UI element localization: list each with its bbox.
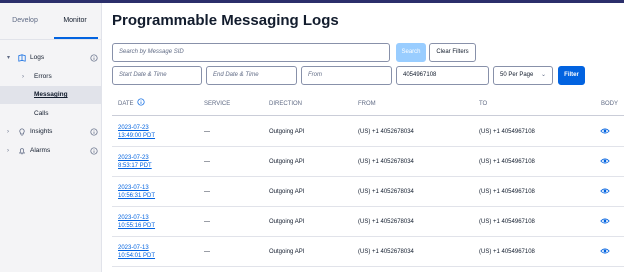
sidebar-item-errors[interactable]: › Errors: [0, 68, 102, 86]
to-cell: (US) +1 4054967108: [479, 129, 535, 135]
column-body: BODY: [601, 101, 619, 107]
sidebar-item-messaging[interactable]: Messaging: [0, 86, 102, 104]
info-icon[interactable]: [90, 147, 98, 155]
direction-cell: Outgoing API: [269, 219, 305, 225]
to-cell: (US) +1 4054967108: [479, 159, 535, 165]
eye-icon[interactable]: [600, 157, 610, 165]
chevron-right-icon: ›: [22, 74, 24, 80]
direction-cell: Outgoing API: [269, 189, 305, 195]
end-date-placeholder: End Date & Time: [213, 72, 259, 78]
sidebar-item-label: Calls: [34, 110, 49, 117]
to-cell: (US) +1 4054967108: [479, 249, 535, 255]
table-row: 2023-07-23 8:53:17 PDT — Outgoing API (US…: [112, 147, 624, 177]
sidebar-item-label: Errors: [34, 73, 52, 80]
date-link[interactable]: 2023-07-23 13:49:00 PDT: [118, 124, 155, 140]
search-button[interactable]: Search: [396, 43, 426, 62]
sidebar-item-label: Messaging: [34, 91, 68, 98]
to-cell: (US) +1 4054967108: [479, 219, 535, 225]
chevron-down-icon: ▾: [7, 55, 11, 61]
service-cell: —: [204, 159, 210, 165]
from-placeholder: From: [308, 72, 322, 78]
alarms-icon: [18, 148, 26, 155]
sidebar: Develop Monitor ▾ Logs › Errors Messagin…: [0, 3, 102, 272]
to-input[interactable]: 4054967108: [396, 66, 489, 85]
sidebar-item-insights[interactable]: › Insights: [0, 123, 102, 141]
chevron-right-icon: ›: [7, 129, 9, 135]
date-link[interactable]: 2023-07-13 10:56:31 PDT: [118, 184, 155, 200]
service-cell: —: [204, 249, 210, 255]
sidebar-item-alarms[interactable]: › Alarms: [0, 142, 102, 160]
insights-icon: [19, 128, 25, 136]
table-row: 2023-07-13 10:54:01 PDT — Outgoing API (U…: [112, 237, 624, 267]
eye-icon[interactable]: [600, 127, 610, 135]
sidebar-item-calls[interactable]: Calls: [0, 105, 102, 123]
column-service: SERVICE: [204, 101, 231, 107]
eye-icon[interactable]: [600, 187, 610, 195]
page-title: Programmable Messaging Logs: [112, 12, 339, 29]
sidebar-tabs: Develop Monitor: [0, 10, 102, 32]
sidebar-item-logs[interactable]: ▾ Logs: [0, 49, 102, 67]
from-cell: (US) +1 4052678034: [358, 159, 414, 165]
end-date-input[interactable]: End Date & Time: [206, 66, 297, 85]
per-page-select[interactable]: 50 Per Page ⌄: [493, 66, 553, 85]
per-page-value: 50 Per Page: [500, 72, 534, 78]
tab-develop[interactable]: Develop: [0, 10, 50, 32]
to-value: 4054967108: [403, 72, 437, 78]
direction-cell: Outgoing API: [269, 249, 305, 255]
logs-icon: [18, 54, 26, 62]
sidebar-item-label: Alarms: [30, 147, 51, 154]
start-date-placeholder: Start Date & Time: [119, 72, 167, 78]
table-row: 2023-07-23 13:49:00 PDT — Outgoing API (U…: [112, 117, 624, 147]
service-cell: —: [204, 129, 210, 135]
info-icon[interactable]: [90, 54, 98, 62]
column-direction: DIRECTION: [269, 101, 302, 107]
chevron-right-icon: ›: [7, 148, 9, 154]
table-row: 2023-07-13 10:55:16 PDT — Outgoing API (U…: [112, 207, 624, 237]
info-icon[interactable]: [90, 128, 98, 136]
from-input[interactable]: From: [301, 66, 392, 85]
to-cell: (US) +1 4054967108: [479, 189, 535, 195]
service-cell: —: [204, 189, 210, 195]
tab-monitor[interactable]: Monitor: [50, 10, 100, 32]
column-to: TO: [479, 101, 488, 107]
info-icon[interactable]: [137, 98, 145, 106]
sidebar-item-label: Logs: [30, 54, 45, 61]
sidebar-item-label: Insights: [30, 128, 53, 135]
direction-cell: Outgoing API: [269, 159, 305, 165]
from-cell: (US) +1 4052678034: [358, 189, 414, 195]
date-link[interactable]: 2023-07-13 10:54:01 PDT: [118, 244, 155, 260]
direction-cell: Outgoing API: [269, 129, 305, 135]
column-date[interactable]: DATE: [118, 92, 145, 116]
service-cell: —: [204, 219, 210, 225]
clear-filters-button[interactable]: Clear Filters: [429, 43, 476, 62]
date-link[interactable]: 2023-07-13 10:55:16 PDT: [118, 214, 155, 230]
search-sid-input[interactable]: Search by Message SID: [112, 43, 390, 62]
from-cell: (US) +1 4052678034: [358, 129, 414, 135]
chevron-down-icon: ⌄: [540, 72, 546, 78]
table-header: DATE SERVICE DIRECTION FROM TO BODY: [112, 92, 624, 116]
eye-icon[interactable]: [600, 247, 610, 255]
column-date-label: DATE: [118, 101, 134, 107]
table-row: 2023-07-13 10:56:31 PDT — Outgoing API (U…: [112, 177, 624, 207]
eye-icon[interactable]: [600, 217, 610, 225]
column-from: FROM: [358, 101, 376, 107]
from-cell: (US) +1 4052678034: [358, 219, 414, 225]
search-placeholder: Search by Message SID: [119, 49, 184, 55]
sidebar-divider: [0, 39, 102, 40]
date-link[interactable]: 2023-07-23 8:53:17 PDT: [118, 154, 152, 170]
filter-button[interactable]: Filter: [558, 66, 585, 85]
from-cell: (US) +1 4052678034: [358, 249, 414, 255]
start-date-input[interactable]: Start Date & Time: [112, 66, 202, 85]
